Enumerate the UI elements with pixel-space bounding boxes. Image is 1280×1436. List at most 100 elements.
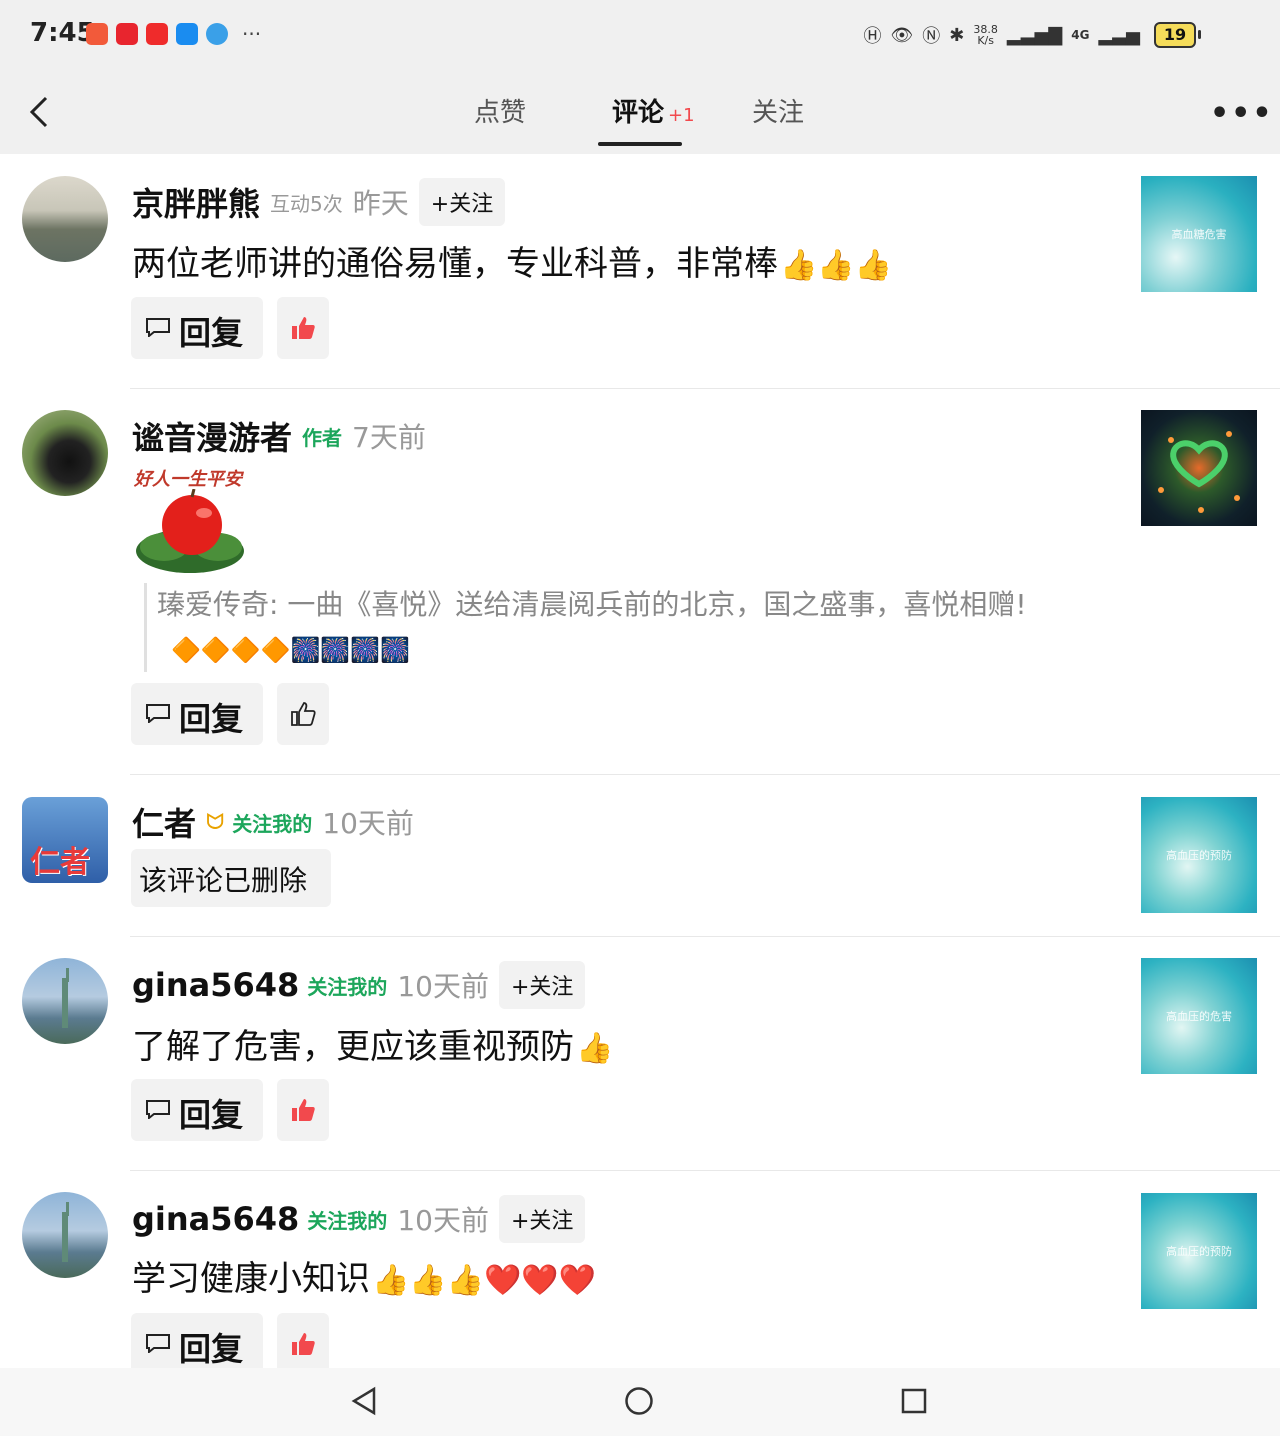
comment-header: 谧音漫游者 作者 7天前: [132, 413, 426, 459]
battery-icon: 19: [1154, 22, 1201, 48]
koi-fish-image-icon: [1158, 431, 1240, 513]
avatar[interactable]: [22, 1192, 108, 1278]
network-type: 4G: [1071, 28, 1090, 42]
reply-button[interactable]: 回复: [131, 683, 263, 745]
username[interactable]: 谧音漫游者: [132, 413, 292, 459]
comment-bubble-icon: [146, 1100, 170, 1119]
back-triangle-icon[interactable]: [350, 1386, 378, 1416]
statue-icon: [62, 968, 69, 1028]
system-icons: Ⓗ 👁 Ⓝ ✱ 38.8 K/s ▂▃▅▇ 4G ▂▃▅: [863, 22, 1140, 48]
deleted-comment-notice: 该评论已删除: [131, 849, 331, 907]
bluetooth-icon: ✱: [949, 24, 965, 46]
comment-item: 京胖胖熊 互动5次 昨天 +关注 两位老师讲的通俗易懂，专业科普，非常棒👍👍👍 …: [0, 154, 1280, 389]
thumbs-up-filled-icon: [292, 1333, 315, 1355]
author-badge: 作者: [302, 425, 343, 450]
like-button[interactable]: [277, 297, 329, 359]
signal-icon: ▂▃▅▇: [1006, 24, 1063, 46]
timestamp: 昨天: [352, 187, 409, 220]
active-tab-indicator: [598, 142, 682, 146]
reply-button[interactable]: 回复: [131, 1313, 263, 1375]
mutual-icon: ᗢ: [206, 809, 225, 835]
comment-bubble-icon: [146, 318, 170, 337]
follower-badge: 关注我的: [232, 811, 313, 836]
timestamp: 10天前: [397, 1204, 489, 1237]
comment-item: gina5648 关注我的 10天前 +关注 学习健康小知识👍👍👍❤️❤️❤️ …: [0, 1171, 1280, 1375]
avatar[interactable]: [22, 176, 108, 262]
nfc-icon: Ⓝ: [922, 26, 941, 47]
avatar[interactable]: 仁者: [22, 797, 108, 883]
follower-badge: 关注我的: [307, 1208, 388, 1233]
tab-likes[interactable]: 点赞: [474, 92, 526, 129]
emoji: 👍👍👍: [780, 248, 893, 283]
follow-button[interactable]: +关注: [498, 961, 586, 1009]
apple-sticker-icon: [136, 489, 244, 573]
tab-badge: +1: [668, 105, 695, 126]
notification-icons: ···: [86, 22, 261, 46]
video-thumbnail[interactable]: [1141, 410, 1257, 526]
signal-icon: ▂▃▅: [1098, 24, 1140, 46]
timestamp: 7天前: [352, 421, 426, 454]
status-bar: 7:45 ··· Ⓗ 👁 Ⓝ ✱ 38.8 K/s ▂▃▅▇ 4G ▂▃▅ 19: [0, 0, 1280, 70]
system-navigation-bar: [0, 1368, 1280, 1436]
comment-bubble-icon: [146, 704, 170, 723]
app-notification-icon: [146, 23, 168, 45]
net-speed: 38.8 K/s: [973, 23, 998, 47]
like-button[interactable]: [277, 683, 329, 745]
avatar[interactable]: [22, 410, 108, 496]
comment-text: 了解了危害，更应该重视预防👍: [132, 1027, 614, 1067]
app-notification-icon: [176, 23, 198, 45]
sticker-caption: 好人一生平安: [134, 469, 242, 490]
tab-comments[interactable]: 评论 +1: [612, 92, 695, 129]
emoji: 🔶🔶🔶🔶🎆🎆🎆🎆: [171, 636, 411, 664]
home-circle-icon[interactable]: [624, 1386, 654, 1416]
browser-notification-icon: [206, 23, 228, 45]
comment-item: gina5648 关注我的 10天前 +关注 了解了危害，更应该重视预防👍 回复…: [0, 937, 1280, 1171]
follow-button[interactable]: +关注: [498, 1195, 586, 1243]
comment-header: 仁者 ᗢ 关注我的 10天前: [132, 799, 414, 845]
statue-icon: [62, 1202, 69, 1262]
comment-text: 学习健康小知识👍👍👍❤️❤️❤️: [132, 1259, 597, 1299]
like-button[interactable]: [277, 1079, 329, 1141]
follow-button[interactable]: +关注: [418, 178, 506, 226]
app-notification-icon: [86, 23, 108, 45]
emoji: 👍👍👍❤️❤️❤️: [372, 1263, 597, 1298]
tab-follow[interactable]: 关注: [752, 92, 804, 129]
timestamp: 10天前: [322, 807, 414, 840]
reply-button[interactable]: 回复: [131, 297, 263, 359]
video-thumbnail[interactable]: 高血糖危害: [1141, 176, 1257, 292]
like-button[interactable]: [277, 1313, 329, 1375]
quoted-comment: 瑧爱传奇: 一曲《喜悦》送给清晨阅兵前的北京，国之盛事，喜悦相赠! 🔶🔶🔶🔶🎆🎆…: [144, 583, 1077, 672]
comment-item: 谧音漫游者 作者 7天前 好人一生平安 瑧爱传奇: 一曲《喜悦》送给清晨阅兵前的…: [0, 389, 1280, 775]
video-thumbnail[interactable]: 高血压的预防: [1141, 797, 1257, 913]
hd-icon: Ⓗ: [863, 26, 882, 47]
comment-bubble-icon: [146, 1334, 170, 1353]
tmall-notification-icon: [116, 23, 138, 45]
thumbs-up-filled-icon: [292, 317, 315, 339]
thumbs-up-filled-icon: [292, 1099, 315, 1121]
video-thumbnail[interactable]: 高血压的预防: [1141, 1193, 1257, 1309]
username[interactable]: gina5648: [132, 966, 299, 1004]
comment-text: 两位老师讲的通俗易懂，专业科普，非常棒👍👍👍: [132, 244, 893, 284]
avatar[interactable]: [22, 958, 108, 1044]
username[interactable]: 仁者: [132, 799, 196, 845]
username[interactable]: gina5648: [132, 1200, 299, 1238]
comment-header: gina5648 关注我的 10天前 +关注: [132, 961, 586, 1009]
video-thumbnail[interactable]: 高血压的危害: [1141, 958, 1257, 1074]
more-options-icon[interactable]: •••: [1210, 96, 1274, 131]
comment-header: 京胖胖熊 互动5次 昨天 +关注: [132, 178, 506, 226]
eye-icon: 👁: [890, 24, 914, 46]
username[interactable]: 京胖胖熊: [132, 179, 260, 225]
thumbs-up-outline-icon: [291, 702, 316, 726]
emoji: 👍: [576, 1031, 614, 1066]
follower-badge: 关注我的: [307, 974, 388, 999]
comment-header: gina5648 关注我的 10天前 +关注: [132, 1195, 586, 1243]
reply-button[interactable]: 回复: [131, 1079, 263, 1141]
interaction-count: 互动5次: [270, 191, 343, 216]
back-arrow-icon[interactable]: [26, 94, 56, 130]
timestamp: 10天前: [397, 970, 489, 1003]
recents-square-icon[interactable]: [900, 1386, 928, 1416]
top-nav: 点赞 评论 +1 关注 •••: [0, 70, 1280, 154]
more-notifications-icon: ···: [242, 22, 262, 46]
comment-item: 仁者 仁者 ᗢ 关注我的 10天前 该评论已删除 高血压的预防: [0, 775, 1280, 936]
clock: 7:45: [30, 18, 95, 48]
